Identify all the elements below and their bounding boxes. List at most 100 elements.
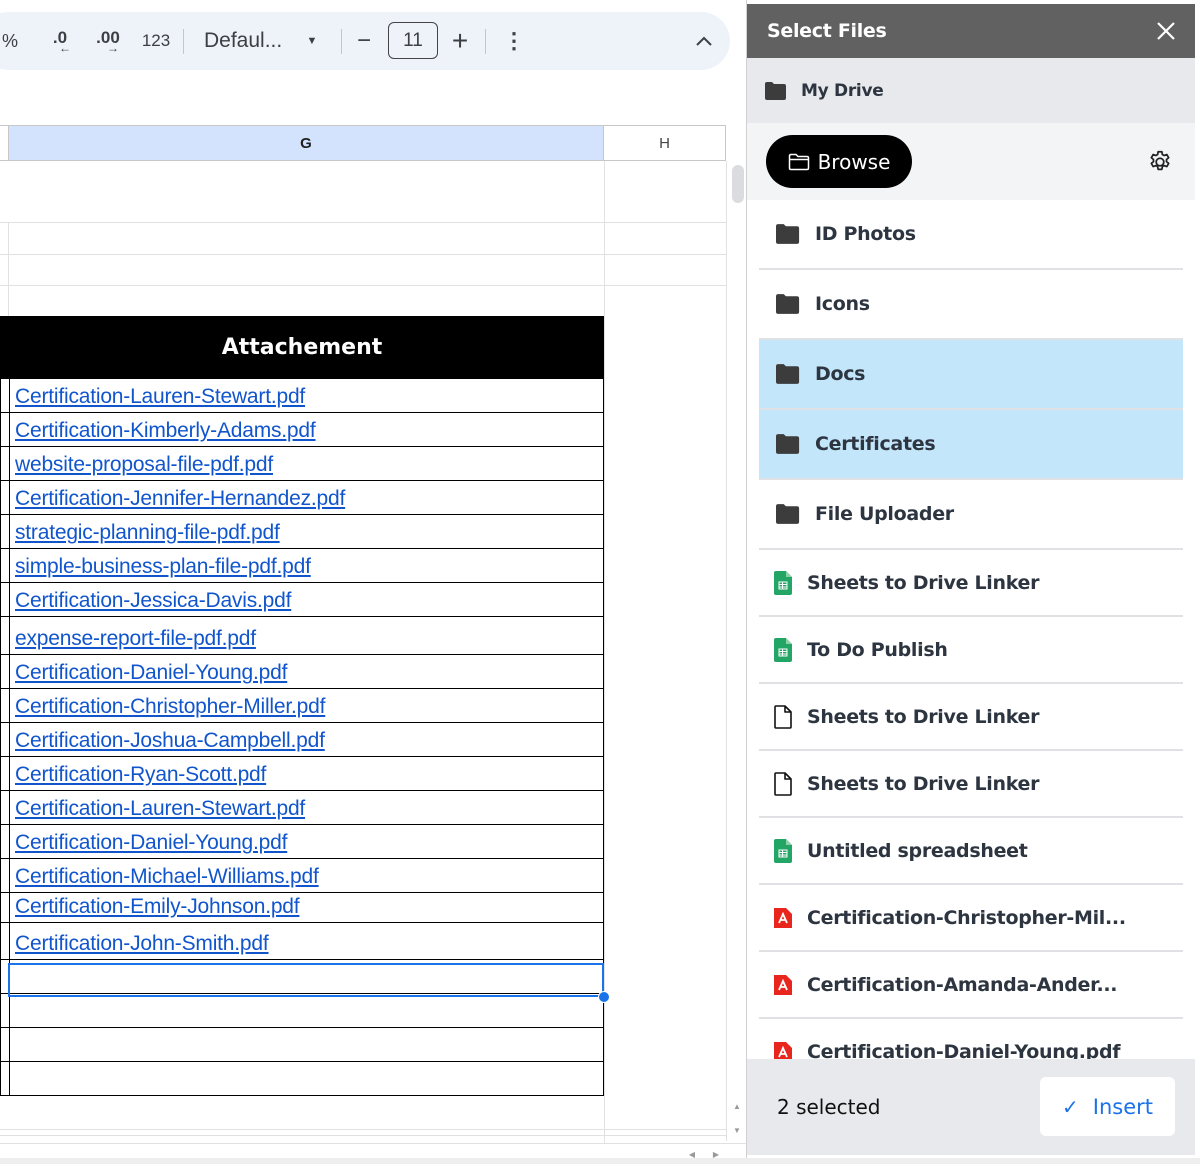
list-item-folder[interactable]: ID Photos [759, 200, 1183, 270]
list-item-spreadsheet[interactable]: Sheets to Drive Linker [759, 550, 1183, 617]
select-files-panel: Select Files My Drive Browse ID Photos I… [746, 0, 1200, 1164]
toolbar-divider [485, 29, 486, 54]
list-item-pdf[interactable]: Certification-Daniel-Young.pdf [759, 1019, 1183, 1060]
table-row[interactable]: Certification-Jessica-Davis.pdf [0, 583, 604, 617]
table-row[interactable]: Certification-Kimberly-Adams.pdf [0, 413, 604, 447]
attachment-column-header[interactable]: Attachement [0, 316, 604, 379]
table-row[interactable]: expense-report-file-pdf.pdf [0, 617, 604, 655]
table-row[interactable]: Certification-Ryan-Scott.pdf [0, 757, 604, 791]
attachment-link[interactable]: Certification-Emily-Johnson.pdf [15, 895, 300, 919]
breadcrumb-label[interactable]: My Drive [801, 81, 884, 101]
list-item-pdf[interactable]: Certification-Christopher-Mil... [759, 885, 1183, 952]
column-header-g[interactable]: G [8, 125, 604, 161]
attachment-link[interactable]: Certification-Michael-Williams.pdf [15, 865, 319, 889]
fill-handle[interactable] [598, 991, 610, 1003]
list-item-spreadsheet[interactable]: To Do Publish [759, 617, 1183, 684]
google-sheets-icon [759, 570, 807, 595]
bottom-edge [0, 1158, 1200, 1164]
folder-icon [759, 433, 815, 455]
increase-font-size-button[interactable]: + [448, 12, 472, 70]
attachment-link[interactable]: Certification-Kimberly-Adams.pdf [15, 419, 316, 443]
table-row[interactable]: strategic-planning-file-pdf.pdf [0, 515, 604, 549]
attachment-link[interactable]: Certification-Jessica-Davis.pdf [15, 589, 291, 613]
font-family-select[interactable]: Defaul... [204, 12, 308, 70]
vertical-scrollbar[interactable]: ▲ ▼ [726, 161, 746, 1141]
table-row[interactable]: website-proposal-file-pdf.pdf [0, 447, 604, 481]
table-row[interactable]: Certification-Daniel-Young.pdf [0, 825, 604, 859]
toolbar-divider [183, 29, 184, 54]
folder-icon [759, 293, 815, 315]
insert-button[interactable]: ✓ Insert [1040, 1077, 1175, 1136]
more-options-icon[interactable]: ⋮ [503, 12, 525, 70]
table-row[interactable]: Certification-John-Smith.pdf [0, 923, 604, 960]
dropdown-caret-icon[interactable]: ▼ [302, 12, 322, 70]
item-name: Sheets to Drive Linker [807, 571, 1040, 594]
item-name: Certification-Amanda-Ander... [807, 973, 1118, 996]
column-header-h[interactable]: H [604, 125, 726, 161]
folder-icon [759, 503, 815, 525]
item-name: Certificates [815, 433, 936, 455]
pdf-icon [759, 907, 807, 928]
list-item-folder[interactable]: File Uploader [759, 480, 1183, 550]
scrollbar-thumb[interactable] [732, 165, 744, 203]
attachment-link[interactable]: strategic-planning-file-pdf.pdf [15, 521, 280, 545]
table-row[interactable]: Certification-Lauren-Stewart.pdf [0, 791, 604, 825]
scroll-up-arrow-icon[interactable]: ▲ [727, 1095, 747, 1117]
settings-gear-icon[interactable] [1145, 147, 1175, 177]
panel-action-bar: Browse [747, 123, 1195, 200]
google-sheets-icon [759, 838, 807, 863]
attachment-link[interactable]: Certification-Ryan-Scott.pdf [15, 763, 266, 787]
list-item-folder[interactable]: Icons [759, 270, 1183, 340]
attachment-link[interactable]: Certification-Daniel-Young.pdf [15, 831, 287, 855]
empty-row[interactable] [0, 1028, 604, 1062]
breadcrumb[interactable]: My Drive [747, 58, 1195, 123]
font-size-input[interactable]: 11 [388, 22, 438, 59]
file-list[interactable]: ID Photos Icons Docs Certificates File U… [759, 200, 1183, 1060]
table-row[interactable]: Certification-Daniel-Young.pdf [0, 655, 604, 689]
table-row[interactable]: Certification-Michael-Williams.pdf [0, 859, 604, 893]
file-icon [759, 771, 807, 796]
attachment-link[interactable]: Certification-Christopher-Miller.pdf [15, 695, 325, 719]
attachment-link[interactable]: Certification-Jennifer-Hernandez.pdf [15, 487, 345, 511]
chevron-up-icon [696, 36, 712, 46]
empty-row[interactable] [0, 994, 604, 1028]
table-row[interactable]: Certification-Lauren-Stewart.pdf [0, 379, 604, 413]
list-item-pdf[interactable]: Certification-Amanda-Ander... [759, 952, 1183, 1019]
table-row[interactable]: Certification-Jennifer-Hernandez.pdf [0, 481, 604, 515]
list-item-spreadsheet[interactable]: Untitled spreadsheet [759, 818, 1183, 885]
list-item-folder-selected[interactable]: Docs [759, 340, 1183, 410]
folder-icon [759, 223, 815, 245]
pdf-icon [759, 1041, 807, 1060]
item-name: Sheets to Drive Linker [807, 705, 1040, 728]
attachment-link[interactable]: simple-business-plan-file-pdf.pdf [15, 555, 311, 579]
selected-cell[interactable] [8, 963, 604, 997]
attachment-link[interactable]: Certification-John-Smith.pdf [15, 932, 269, 956]
attachment-link[interactable]: Certification-Lauren-Stewart.pdf [15, 797, 305, 821]
list-item-file[interactable]: Sheets to Drive Linker [759, 684, 1183, 751]
table-row[interactable]: Certification-Christopher-Miller.pdf [0, 689, 604, 723]
table-row[interactable]: simple-business-plan-file-pdf.pdf [0, 549, 604, 583]
decrease-font-size-button[interactable]: − [352, 12, 376, 70]
more-formats-button[interactable]: 123 [136, 12, 176, 70]
attachment-link[interactable]: Certification-Lauren-Stewart.pdf [15, 385, 305, 409]
scroll-down-arrow-icon[interactable]: ▼ [727, 1119, 747, 1141]
browse-button[interactable]: Browse [766, 135, 912, 188]
attachment-link[interactable]: Certification-Joshua-Campbell.pdf [15, 729, 325, 753]
collapse-toolbar-button[interactable] [692, 12, 716, 70]
attachment-link[interactable]: Certification-Daniel-Young.pdf [15, 661, 287, 685]
list-item-folder-selected[interactable]: Certificates [759, 410, 1183, 480]
table-row[interactable]: Certification-Joshua-Campbell.pdf [0, 723, 604, 757]
increase-decimal-button[interactable]: .00 → [88, 12, 128, 70]
attachment-link[interactable]: expense-report-file-pdf.pdf [15, 627, 256, 651]
decrease-decimal-button[interactable]: .0 ← [42, 12, 78, 70]
close-icon[interactable] [1151, 16, 1181, 46]
percent-format-button[interactable]: % [0, 12, 20, 70]
list-item-file[interactable]: Sheets to Drive Linker [759, 751, 1183, 818]
panel-title: Select Files [747, 4, 1195, 58]
item-name: File Uploader [815, 503, 954, 525]
column-header-f[interactable] [0, 125, 8, 161]
table-row[interactable]: Certification-Emily-Johnson.pdf [0, 893, 604, 923]
empty-row[interactable] [0, 1062, 604, 1096]
attachment-link[interactable]: website-proposal-file-pdf.pdf [15, 453, 273, 477]
google-sheets-icon [759, 637, 807, 662]
